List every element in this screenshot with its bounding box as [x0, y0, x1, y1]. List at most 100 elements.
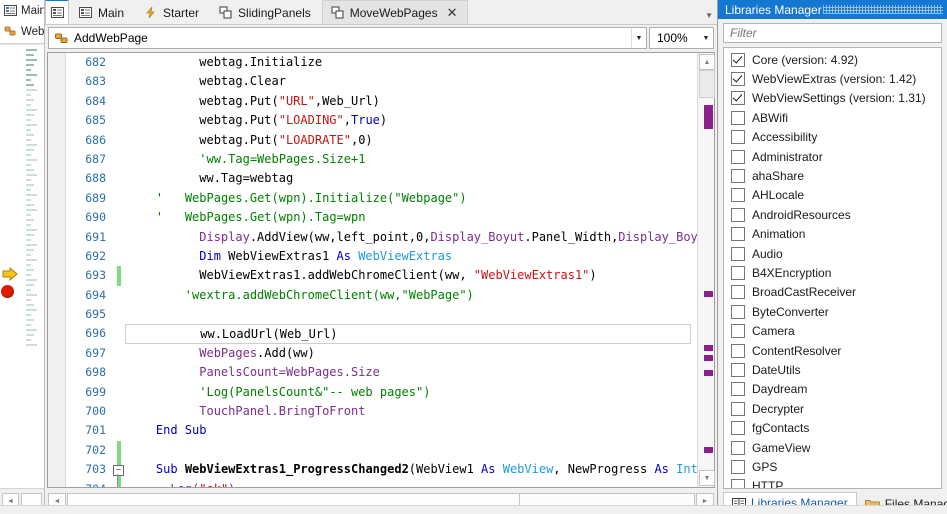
library-checkbox[interactable] [731, 265, 745, 280]
library-checkbox[interactable] [731, 227, 745, 242]
fold-cell[interactable] [112, 363, 125, 382]
tab-movewebpages[interactable]: MoveWebPages ✕ [321, 0, 469, 24]
code-line[interactable]: ' WebPages.Get(wpn).Tag=wpn [125, 208, 697, 227]
library-checkbox[interactable] [731, 169, 745, 184]
code-line[interactable]: webtag.Put("URL",Web_Url) [125, 92, 697, 111]
library-checkbox[interactable] [731, 343, 745, 358]
fold-gutter[interactable]: − [112, 53, 125, 487]
code-line[interactable]: webtag.Initialize [125, 53, 697, 72]
library-checkbox[interactable] [731, 324, 745, 339]
filter-input[interactable] [723, 23, 942, 43]
module-tree-item-web[interactable]: Web [0, 21, 44, 42]
library-checkbox[interactable] [731, 72, 745, 87]
code-text[interactable]: webtag.Initialize webtag.Clear webtag.Pu… [125, 53, 697, 487]
code-line[interactable]: PanelsCount=WebPages.Size [125, 363, 697, 382]
library-list-item[interactable]: WebViewExtras (version: 1.42) [724, 69, 941, 88]
code-line[interactable] [125, 441, 697, 460]
code-line[interactable]: webtag.Put("LOADING",True) [125, 111, 697, 130]
fold-cell[interactable] [112, 228, 125, 247]
library-checkbox[interactable] [731, 401, 745, 416]
library-list-item[interactable]: AndroidResources [724, 205, 941, 224]
fold-cell[interactable] [112, 208, 125, 227]
library-list-item[interactable]: B4XEncryption [724, 263, 941, 282]
code-line[interactable]: webtag.Put("LOADRATE",0) [125, 131, 697, 150]
library-checkbox[interactable] [731, 479, 745, 488]
fold-cell[interactable] [112, 72, 125, 91]
code-area[interactable]: 682 683 684 685 686 687 688 689 690 691 692 693 694 6… [66, 53, 697, 487]
scroll-up-button[interactable]: ▲ [699, 54, 715, 70]
library-list-item[interactable]: HTTP [724, 477, 941, 488]
library-list-item[interactable]: Core (version: 4.92) [724, 50, 941, 69]
library-checkbox[interactable] [731, 382, 745, 397]
library-checkbox[interactable] [731, 149, 745, 164]
chevron-down-icon[interactable]: ▼ [699, 28, 713, 48]
library-list-item[interactable]: BroadCastReceiver [724, 283, 941, 302]
fold-cell[interactable] [112, 189, 125, 208]
left-code-minimap[interactable] [0, 44, 44, 488]
library-list-item[interactable]: Accessibility [724, 128, 941, 147]
library-checkbox[interactable] [731, 110, 745, 125]
fold-toggle[interactable]: − [113, 465, 124, 477]
library-list-item[interactable]: ByteConverter [724, 302, 941, 321]
scroll-down-button[interactable]: ▼ [699, 470, 715, 486]
library-checkbox[interactable] [731, 304, 745, 319]
tab-main[interactable]: Main [70, 0, 135, 24]
fold-cell[interactable] [112, 305, 125, 324]
library-list-item[interactable]: Animation [724, 225, 941, 244]
library-checkbox[interactable] [731, 285, 745, 300]
tabstrip-overflow-icon[interactable]: ▼ [705, 11, 713, 20]
code-line[interactable]: Display.AddView(ww,left_point,0,Display_… [125, 228, 697, 247]
fold-cell[interactable] [112, 111, 125, 130]
code-line[interactable]: webtag.Clear [125, 72, 697, 91]
fold-cell[interactable] [112, 402, 125, 421]
libraries-list[interactable]: Core (version: 4.92) WebViewExtras (versi… [723, 47, 942, 489]
library-list-item[interactable]: ahaShare [724, 166, 941, 185]
library-checkbox[interactable] [731, 246, 745, 261]
code-line[interactable]: End Sub [125, 421, 697, 440]
fold-cell[interactable] [112, 324, 125, 343]
fold-cell[interactable] [112, 53, 125, 72]
library-checkbox[interactable] [731, 421, 745, 436]
library-list-item[interactable]: GameView [724, 438, 941, 457]
library-checkbox[interactable] [731, 52, 745, 67]
tab-starter[interactable]: Starter [135, 0, 210, 24]
code-line[interactable]: 'Log(PanelsCount&"-- web pages") [125, 383, 697, 402]
library-list-item[interactable]: AHLocale [724, 186, 941, 205]
library-checkbox[interactable] [731, 91, 745, 106]
library-list-item[interactable]: GPS [724, 457, 941, 476]
tab-modules-toggle[interactable] [45, 0, 69, 24]
code-line[interactable]: ' WebPages.Get(wpn).Initialize("Webpage"… [125, 189, 697, 208]
fold-cell[interactable] [112, 344, 125, 363]
method-selector[interactable]: AddWebPage ▼ [48, 27, 647, 49]
code-line[interactable]: Sub WebViewExtras1_ProgressChanged2(WebV… [125, 460, 697, 479]
code-line[interactable]: ww.LoadUrl(Web_Url) [125, 324, 691, 344]
library-list-item[interactable]: fgContacts [724, 418, 941, 437]
library-list-item[interactable]: ContentResolver [724, 341, 941, 360]
tab-slidingpanels[interactable]: SlidingPanels [210, 0, 322, 24]
fold-cell[interactable] [112, 169, 125, 188]
fold-cell[interactable] [112, 286, 125, 305]
library-checkbox[interactable] [731, 207, 745, 222]
code-line[interactable]: 'wextra.addWebChromeClient(ww,"WebPage") [125, 286, 697, 305]
library-checkbox[interactable] [731, 362, 745, 377]
library-list-item[interactable]: Audio [724, 244, 941, 263]
library-list-item[interactable]: Daydream [724, 380, 941, 399]
library-checkbox[interactable] [731, 130, 745, 145]
fold-cell[interactable] [112, 131, 125, 150]
chevron-down-icon[interactable]: ▼ [631, 28, 646, 48]
library-checkbox[interactable] [731, 459, 745, 474]
library-list-item[interactable]: DateUtils [724, 360, 941, 379]
library-list-item[interactable]: Camera [724, 321, 941, 340]
vscroll-thumb[interactable] [699, 70, 715, 98]
panel-drag-grip[interactable] [823, 5, 943, 14]
library-list-item[interactable]: Decrypter [724, 399, 941, 418]
library-checkbox[interactable] [731, 188, 745, 203]
fold-cell[interactable] [112, 383, 125, 402]
module-tree-item-main[interactable]: Main [0, 0, 44, 21]
library-checkbox[interactable] [731, 440, 745, 455]
editor-vscrollbar[interactable]: ▲ ▼ [697, 53, 715, 487]
library-list-item[interactable]: WebViewSettings (version: 1.31) [724, 89, 941, 108]
code-line[interactable]: WebPages.Add(ww) [125, 344, 697, 363]
code-line[interactable]: Dim WebViewExtras1 As WebViewExtras [125, 247, 697, 266]
fold-cell[interactable] [112, 150, 125, 169]
